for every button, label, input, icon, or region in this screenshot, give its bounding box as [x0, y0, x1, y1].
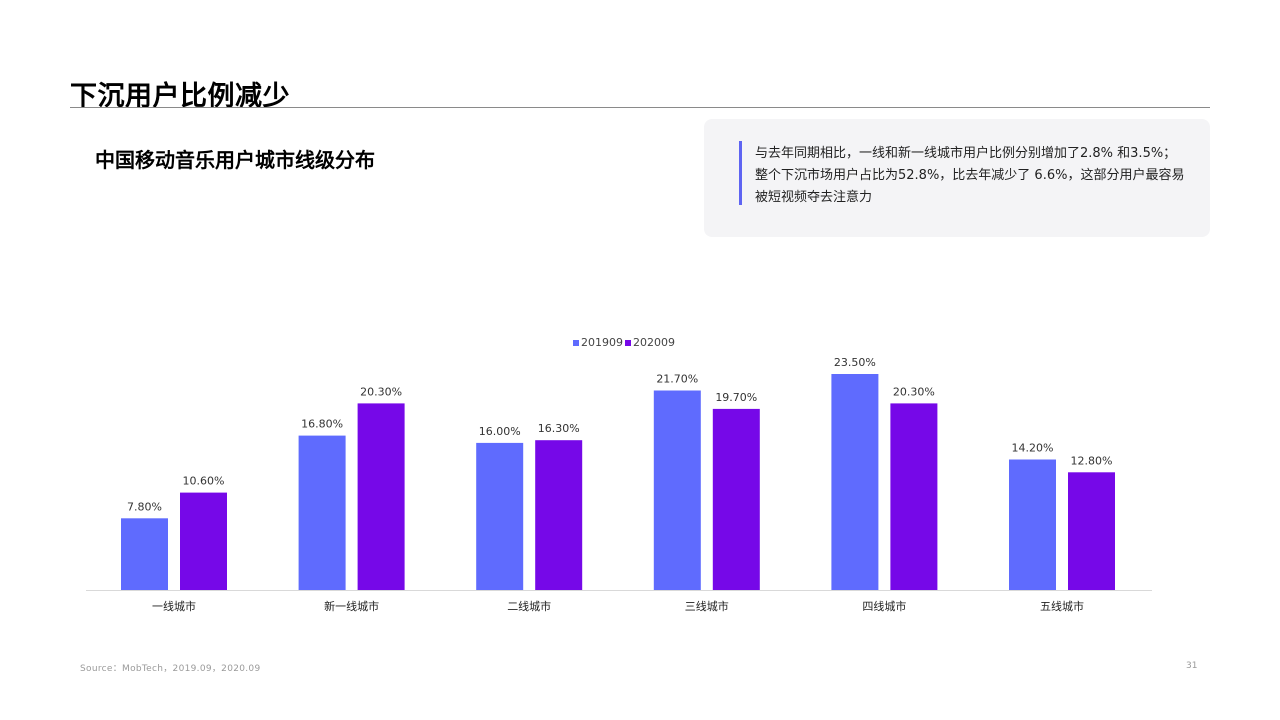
legend-label-201909: 201909	[581, 336, 623, 349]
bar-202009-3	[535, 440, 583, 590]
bar-202009-1	[180, 492, 227, 590]
x-tick-label-2: 新一线城市	[324, 599, 379, 613]
data-label-201909-2: 16.80%	[301, 418, 343, 431]
bar-201909-3	[476, 442, 524, 590]
bar-201909-6	[1009, 459, 1056, 590]
chart-bars	[121, 374, 1115, 590]
page-number: 31	[1186, 661, 1198, 671]
legend-label-202009: 202009	[633, 336, 675, 349]
data-label-202009-3: 16.30%	[538, 422, 580, 435]
bar-201909-2	[298, 435, 346, 590]
summary-accent-bar	[739, 141, 742, 205]
legend-swatch-201909	[573, 340, 579, 346]
summary-line-2: 整个下沉市场用户占比为52.8%，比去年减少了 6.6%，这部分用户最容易	[755, 168, 1185, 183]
data-label-202009-5: 20.30%	[893, 385, 935, 398]
data-label-202009-6: 12.80%	[1071, 454, 1113, 467]
summary-box: 与去年同期相比，一线和新一线城市用户比例分别增加了2.8% 和3.5%； 整个下…	[704, 119, 1210, 237]
data-label-201909-3: 16.00%	[479, 425, 521, 438]
city-tier-bar-chart: 201909 202009 7.80% 10.60% 16.80% 20.30% 16.0…	[86, 336, 1152, 613]
x-tick-label-1: 一线城市	[152, 599, 196, 613]
summary-line-1: 与去年同期相比，一线和新一线城市用户比例分别增加了2.8% 和3.5%；	[755, 146, 1177, 161]
bar-202009-2	[357, 403, 405, 590]
data-label-202009-1: 10.60%	[183, 475, 225, 488]
summary-line-3: 被短视频夺去注意力	[755, 190, 873, 205]
data-label-201909-6: 14.20%	[1012, 442, 1054, 455]
legend-swatch-202009	[625, 340, 631, 346]
chart-section-title: 中国移动音乐用户城市线级分布	[95, 148, 375, 172]
bar-201909-4	[653, 390, 701, 590]
bar-201909-5	[831, 374, 879, 590]
x-tick-label-3: 二线城市	[507, 599, 551, 613]
data-label-201909-5: 23.50%	[834, 356, 876, 369]
data-label-201909-1: 7.80%	[127, 500, 162, 513]
chart-value-labels: 7.80% 10.60% 16.80% 20.30% 16.00% 16.30% 21.70…	[127, 356, 1112, 513]
x-tick-label-6: 五线城市	[1040, 599, 1084, 613]
bar-202009-6	[1068, 472, 1115, 590]
bar-202009-5	[890, 403, 938, 590]
source-note: Source：MobTech，2019.09，2020.09	[80, 664, 261, 674]
x-tick-label-4: 三线城市	[685, 599, 729, 613]
bar-202009-4	[712, 408, 760, 590]
data-label-201909-4: 21.70%	[656, 373, 698, 386]
x-tick-label-5: 四线城市	[862, 599, 906, 613]
data-label-202009-2: 20.30%	[360, 385, 402, 398]
bar-201909-1	[121, 518, 168, 590]
title-divider	[70, 107, 1210, 108]
x-axis-tick-labels: 一线城市 新一线城市 二线城市 三线城市 四线城市 五线城市	[152, 599, 1084, 613]
data-label-202009-4: 19.70%	[715, 391, 757, 404]
summary-text: 与去年同期相比，一线和新一线城市用户比例分别增加了2.8% 和3.5%； 整个下…	[755, 143, 1195, 209]
chart-legend: 201909 202009	[573, 336, 675, 349]
